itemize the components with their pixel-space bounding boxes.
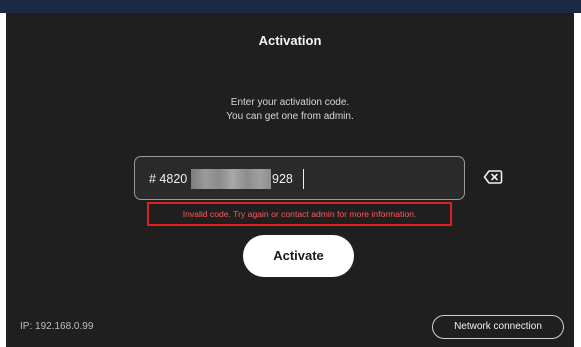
- top-bar: [0, 0, 581, 13]
- network-connection-button[interactable]: Network connection: [432, 315, 564, 339]
- error-highlight: Invalid code. Try again or contact admin…: [147, 202, 452, 226]
- instruction-line-1: Enter your activation code.: [230, 97, 350, 108]
- code-prefix: # 4820: [149, 172, 188, 186]
- activate-button[interactable]: Activate: [243, 235, 354, 277]
- page-title: Activation: [258, 33, 322, 48]
- code-suffix: 928: [272, 172, 293, 186]
- instruction-line-2: You can get one from admin.: [226, 111, 354, 122]
- app-frame: Activation Enter your activation code. Y…: [0, 0, 581, 347]
- backspace-icon[interactable]: [483, 169, 503, 185]
- text-caret: [303, 169, 304, 189]
- ip-address: IP: 192.168.0.99: [20, 321, 94, 332]
- activation-code-input[interactable]: # 4820 928: [134, 156, 465, 200]
- error-message: Invalid code. Try again or contact admin…: [182, 209, 417, 219]
- instructions: Enter your activation code. You can get …: [6, 96, 574, 124]
- activation-screen: Activation Enter your activation code. Y…: [6, 13, 574, 347]
- redacted-code-segment: [191, 169, 271, 189]
